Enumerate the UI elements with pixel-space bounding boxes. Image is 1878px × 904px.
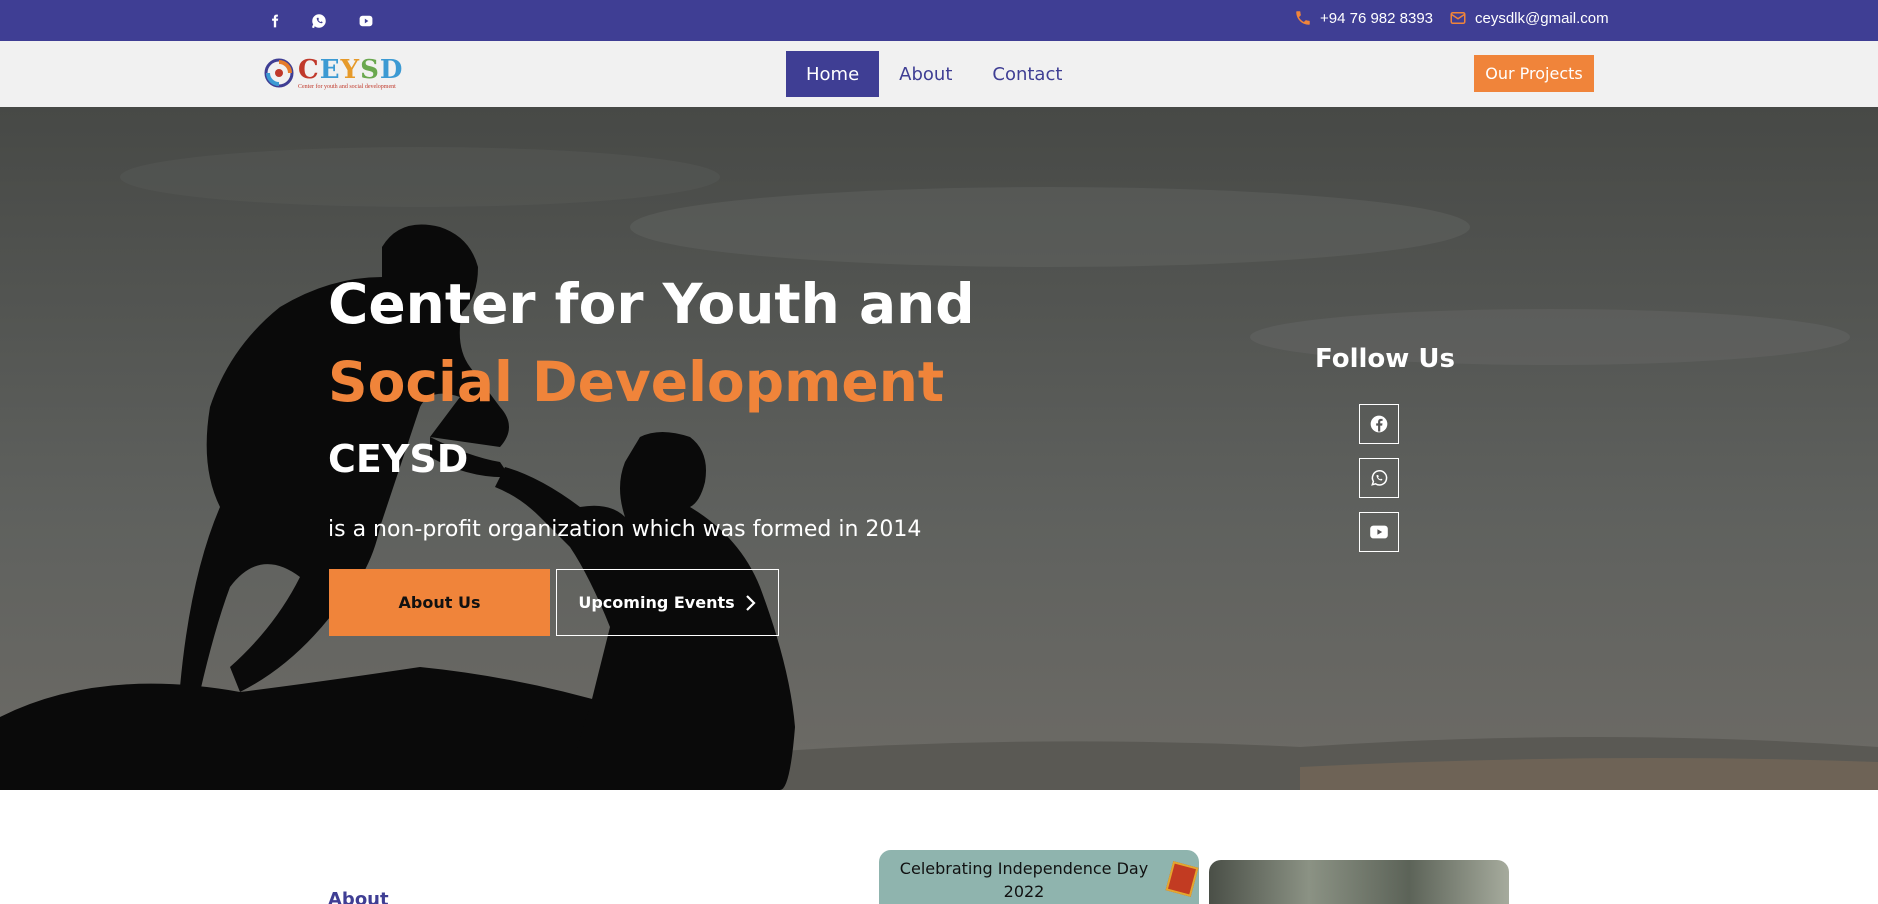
phone-icon [1296, 11, 1310, 25]
phone-contact[interactable]: +94 76 982 8393 [1294, 9, 1433, 27]
nav-home[interactable]: Home [786, 51, 880, 97]
email-contact[interactable]: ceysdlk@gmail.com [1449, 9, 1609, 27]
chevron-right-icon [745, 594, 756, 611]
site-logo[interactable]: CEYSD Center for youth and social develo… [264, 53, 404, 93]
whatsapp-icon[interactable] [310, 12, 328, 30]
phone-number: +94 76 982 8393 [1320, 9, 1434, 27]
youtube-icon [1370, 525, 1388, 539]
follow-facebook-button[interactable] [1359, 404, 1399, 444]
logo-letter-c: C [298, 54, 320, 85]
logo-emblem-icon [264, 58, 294, 88]
hero-background-silhouette [0, 107, 1878, 790]
about-section-label: About [328, 889, 389, 904]
envelope-icon [1450, 12, 1466, 24]
upcoming-events-label: Upcoming Events [578, 593, 735, 612]
whatsapp-icon [1371, 470, 1388, 486]
logo-letter-d: D [379, 54, 404, 85]
follow-whatsapp-button[interactable] [1359, 458, 1399, 498]
about-us-label: About Us [398, 593, 481, 612]
sri-lanka-flag-icon [1165, 861, 1199, 897]
event-card-caption-line1: Celebrating Independence Day [899, 859, 1149, 878]
hero-title: Center for Youth and Social Development [328, 265, 975, 421]
about-us-button[interactable]: About Us [329, 569, 550, 636]
logo-letter-s: S [360, 54, 380, 85]
top-contact-bar: +94 76 982 8393 ceysdlk@gmail.com [0, 0, 1878, 41]
logo-subtitle: Center for youth and social development [298, 83, 396, 90]
hero-title-line2: Social Development [328, 350, 945, 414]
main-navbar: CEYSD Center for youth and social develo… [0, 41, 1878, 107]
logo-letter-y: Y [340, 54, 361, 85]
facebook-icon[interactable] [266, 12, 284, 30]
hero-title-line1: Center for Youth and [328, 272, 975, 336]
nav-contact[interactable]: Contact [972, 51, 1082, 97]
hero-banner: Center for Youth and Social Development … [0, 107, 1878, 790]
event-card-independence-day[interactable]: Celebrating Independence Day 2022 [879, 850, 1199, 904]
primary-nav: Home About Contact [786, 51, 1082, 97]
facebook-icon [1370, 415, 1388, 433]
nav-about[interactable]: About [879, 51, 972, 97]
event-card-caption-line2: 2022 [1003, 882, 1045, 901]
hero-abbreviation: CEYSD [328, 437, 469, 481]
email-address: ceysdlk@gmail.com [1475, 9, 1609, 27]
hero-tagline: is a non-profit organization which was f… [328, 517, 922, 542]
our-projects-button[interactable]: Our Projects [1474, 55, 1594, 92]
follow-us-heading: Follow Us [1315, 344, 1455, 374]
follow-youtube-button[interactable] [1359, 512, 1399, 552]
upcoming-events-button[interactable]: Upcoming Events [556, 569, 779, 636]
event-card-photo[interactable] [1209, 860, 1509, 904]
event-card-caption: Celebrating Independence Day 2022 [879, 857, 1169, 903]
logo-letter-e: E [319, 54, 341, 85]
youtube-icon[interactable] [357, 12, 375, 30]
